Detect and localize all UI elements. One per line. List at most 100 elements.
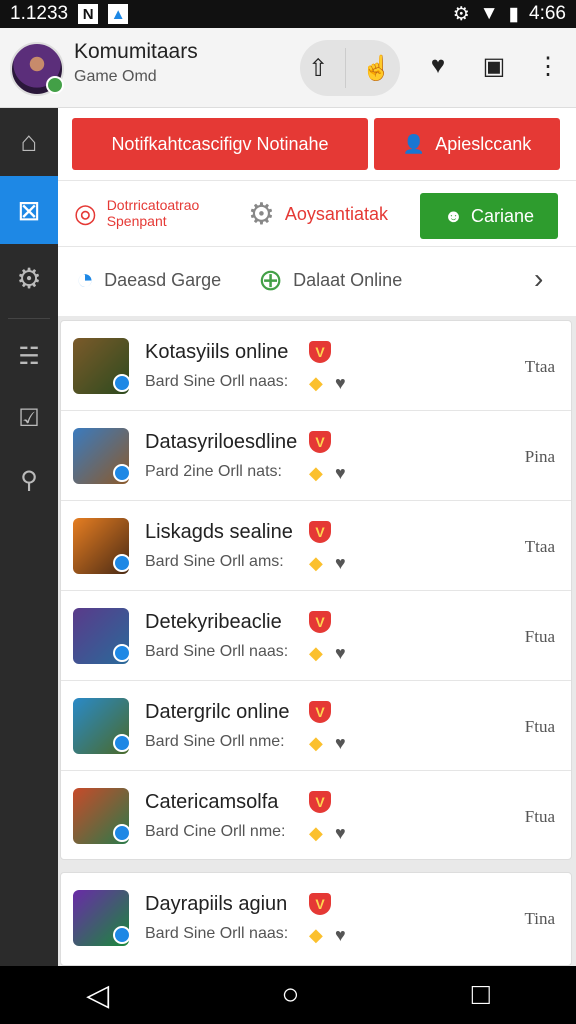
verified-badge-icon [113, 374, 131, 392]
game-status: Ttaa [524, 537, 555, 556]
game-subtitle: Bard Cine Orll nme: [145, 823, 286, 840]
game-title: Kotasyiils online [145, 341, 289, 363]
rank-shield-icon: V [309, 893, 331, 915]
list-item[interactable]: Catericamsolfa Bard Cine Orll nme: V ◆ ♥ Ftua [61, 771, 571, 861]
add-user-icon: 👤 [402, 133, 426, 154]
bookmark-icon[interactable]: ▣ [478, 50, 510, 82]
share-icon[interactable]: ⇧ [308, 54, 328, 83]
system-nav-bar: ◁ ○ □ [0, 966, 576, 1024]
game-subtitle: Bard Sine Orll nme: [145, 733, 285, 750]
verified-badge-icon [113, 734, 131, 752]
actions-row-2: ◎ Dotrricatoatrao Spenpant ⚙ Aoysantiata… [58, 180, 576, 244]
checkbox-icon: ☑ [18, 404, 40, 432]
promo-line-1: Dotrricatoatrao [106, 197, 200, 213]
pill-divider [344, 48, 346, 88]
gold-gem-icon: ◆ [309, 643, 323, 663]
game-subtitle: Bard Sine Orll ams: [145, 553, 284, 570]
chat-bubble-icon: ◔ [76, 263, 95, 296]
rank-shield-icon: V [309, 611, 331, 633]
app-header: Komumitaars Game Omd ⇧ ☝ ♥ ▣ ⋮ [0, 28, 576, 108]
list-item[interactable]: Detekyribeaclie Bard Sine Orll naas: V ◆ ♥ Ft… [61, 591, 571, 681]
heart-gem-icon: ♥ [335, 925, 346, 945]
green-action-label: Cariane [470, 205, 534, 226]
game-list: Kotasyiils online Bard Sine Orll naas: V ◆ ♥… [60, 320, 572, 860]
verified-badge-icon [113, 824, 131, 842]
magnifier-icon: ⚲ [20, 466, 38, 494]
online-badge-icon [46, 76, 64, 94]
back-icon[interactable]: ◁ [86, 978, 109, 1013]
heart-gem-icon: ♥ [335, 643, 346, 663]
recents-icon[interactable]: □ [472, 978, 490, 1012]
gear-icon: ⚙ [16, 262, 42, 294]
notification-n-icon: N [78, 4, 99, 24]
home-circle-icon[interactable]: ○ [281, 978, 299, 1012]
chevron-right-icon[interactable]: › [534, 263, 543, 295]
game-status: Ftua [524, 717, 555, 736]
sidebar-item-settings[interactable]: ⚙ [0, 244, 58, 312]
target-icon: ◎ [74, 197, 97, 228]
promo-line-2: Spenpant [106, 213, 167, 229]
verified-badge-icon [113, 554, 131, 572]
page-subtitle: Game Omd [74, 68, 157, 85]
sidebar: ⌂ ⊠ ⚙ ☵ ☑ ⚲ [0, 108, 58, 966]
sidebar-item-home[interactable]: ⌂ [0, 108, 58, 176]
game-title: Datergrilc online [145, 701, 290, 723]
settings-item[interactable]: ⚙ Aoysantiatak [248, 197, 388, 232]
gold-gem-icon: ◆ [309, 373, 323, 393]
apply-button[interactable]: 👤 Apieslccank [374, 118, 560, 170]
gear-icon: ⚙ [248, 198, 275, 231]
sidebar-item-tasks[interactable]: ☑ [0, 387, 58, 449]
list-item[interactable]: Datergrilc online Bard Sine Orll nme: V ◆ ♥ F… [61, 681, 571, 771]
game-subtitle: Bard Sine Orll naas: [145, 925, 289, 942]
game-title: Liskagds sealine [145, 521, 293, 543]
online-item[interactable]: ⊕ Dalaat Online [258, 263, 402, 298]
gold-gem-icon: ◆ [309, 823, 323, 843]
chrome-add-icon: ⊕ [258, 264, 284, 297]
page-title: Komumitaars [74, 40, 198, 63]
settings-item-label: Aoysantiatak [284, 204, 388, 224]
image-gallery-icon: ⊠ [17, 194, 41, 226]
game-status: Tina [524, 909, 555, 928]
sidebar-item-search[interactable]: ⚲ [0, 449, 58, 511]
status-time-left: 1.1233 [10, 3, 69, 24]
list-item[interactable]: Dayrapiils agiun Bard Sine Orll naas: V ◆ ♥ T… [61, 873, 571, 963]
favorite-heart-icon[interactable]: ♥ [422, 50, 454, 82]
heart-gem-icon: ♥ [335, 373, 346, 393]
notifications-button-label: Notifkahtcascifigv Notinahe [111, 133, 329, 154]
notifications-button[interactable]: Notifkahtcascifigv Notinahe [72, 118, 368, 170]
heart-gem-icon: ♥ [335, 553, 346, 573]
list-item[interactable]: Datasyriloesdline Pard 2ine Orll nats: V ◆ ♥… [61, 411, 571, 501]
battery-icon: ▮ [508, 3, 520, 25]
heart-gem-icon: ♥ [335, 733, 346, 753]
verified-badge-icon [113, 926, 131, 944]
verified-badge-icon [113, 464, 131, 482]
green-action-button[interactable]: ☻ Cariane [420, 193, 558, 239]
game-subtitle: Bard Sine Orll naas: [145, 643, 289, 660]
status-time-right: 4:66 [529, 3, 566, 24]
rank-shield-icon: V [309, 701, 331, 723]
gold-gem-icon: ◆ [309, 463, 323, 483]
thumbs-up-icon[interactable]: ☝ [362, 54, 392, 83]
sidebar-item-gallery[interactable]: ⊠ [0, 176, 58, 244]
wifi-icon: ▼ [479, 3, 499, 24]
online-item-label: Dalaat Online [293, 270, 403, 290]
list-item[interactable]: Kotasyiils online Bard Sine Orll naas: V ◆ ♥… [61, 321, 571, 411]
rank-shield-icon: V [309, 431, 331, 453]
actions-panel: Notifkahtcascifigv Notinahe 👤 Apieslccan… [58, 108, 576, 316]
rank-shield-icon: V [309, 791, 331, 813]
game-list-secondary: Dayrapiils agiun Bard Sine Orll naas: V ◆ ♥ T… [60, 872, 572, 966]
actions-row-3: ◔ Daeasd Garge ⊕ Dalaat Online › [58, 246, 576, 316]
sidebar-item-games[interactable]: ☵ [0, 325, 58, 387]
gamepad-icon: ☵ [18, 342, 40, 370]
settings-status-icon: ⚙ [452, 3, 470, 25]
rank-shield-icon: V [309, 521, 331, 543]
game-title: Detekyribeaclie [145, 611, 282, 633]
more-options-icon[interactable]: ⋮ [532, 50, 564, 82]
verified-badge-icon [113, 644, 131, 662]
apply-button-label: Apieslccank [435, 133, 532, 154]
chat-item[interactable]: ◔ Daeasd Garge [76, 263, 221, 297]
header-action-pill: ⇧ ☝ [300, 40, 400, 96]
promo-item[interactable]: ◎ Dotrricatoatrao Spenpant [74, 197, 199, 229]
list-item[interactable]: Liskagds sealine Bard Sine Orll ams: V ◆ ♥ Tt… [61, 501, 571, 591]
home-icon: ⌂ [20, 126, 38, 157]
